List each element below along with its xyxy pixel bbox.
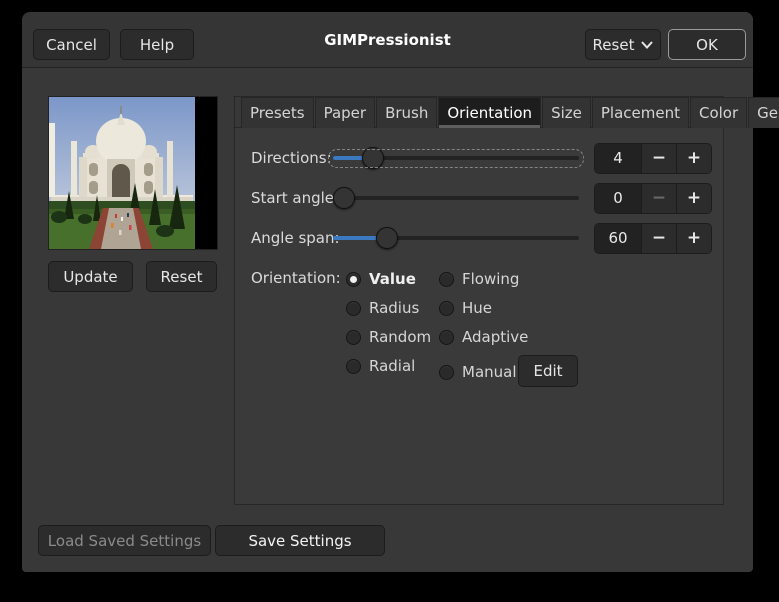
radio-flowing[interactable]: Flowing — [439, 268, 519, 290]
tab-placement[interactable]: Placement — [591, 97, 689, 128]
radio-value[interactable]: Value — [346, 268, 416, 290]
radio-circle-icon — [439, 271, 454, 287]
radio-manual[interactable]: Manual — [439, 361, 517, 383]
update-button-label: Update — [63, 267, 118, 286]
reset-preview-button[interactable]: Reset — [146, 261, 217, 292]
directions-slider-track[interactable] — [333, 156, 579, 160]
start-angle-slider-handle[interactable] — [333, 187, 355, 209]
tab-presets[interactable]: Presets — [241, 97, 314, 128]
radio-radius-label: Radius — [369, 299, 420, 317]
radio-circle-icon — [346, 329, 361, 345]
radio-adaptive[interactable]: Adaptive — [439, 326, 528, 348]
preview-reset-button-label: Reset — [160, 267, 203, 286]
radio-circle-icon — [346, 271, 361, 287]
directions-slider[interactable] — [328, 143, 584, 174]
radio-radius[interactable]: Radius — [346, 297, 419, 319]
tab-orientation[interactable]: Orientation — [438, 97, 542, 128]
help-button-label: Help — [139, 35, 175, 54]
update-preview-button[interactable]: Update — [48, 261, 133, 292]
cancel-button-label: Cancel — [46, 35, 97, 54]
load-saved-settings-button[interactable]: Load Saved Settings — [38, 525, 211, 556]
cancel-button[interactable]: Cancel — [33, 29, 110, 60]
reset-menu-button[interactable]: Reset — [585, 29, 661, 60]
tab-strip: Presets Paper Brush Orientation Size Pla… — [235, 97, 779, 128]
radio-circle-icon — [346, 300, 361, 316]
gimpressionist-dialog: GIMPressionist Cancel Help Reset OK Upda… — [22, 12, 779, 572]
angle-span-label: Angle span: — [251, 229, 340, 247]
preview-frame — [48, 96, 218, 250]
radio-value-label: Value — [369, 270, 416, 288]
start-angle-value-field[interactable]: 0 — [595, 184, 641, 213]
directions-slider-fill — [333, 156, 365, 160]
angle-span-spinbox: 60 − + — [594, 223, 712, 254]
radio-adaptive-label: Adaptive — [462, 328, 529, 346]
radio-circle-icon — [439, 300, 454, 316]
radio-radial-label: Radial — [369, 357, 416, 375]
save-settings-label: Save Settings — [248, 531, 352, 550]
radio-manual-label: Manual — [462, 363, 517, 381]
directions-slider-handle[interactable] — [362, 147, 385, 169]
radio-hue[interactable]: Hue — [439, 297, 492, 319]
help-button[interactable]: Help — [120, 29, 194, 60]
settings-notebook: Presets Paper Brush Orientation Size Pla… — [234, 96, 779, 505]
reset-menu-label: Reset — [592, 35, 635, 54]
radio-random[interactable]: Random — [346, 326, 431, 348]
preview-image-taj-mahal — [49, 97, 195, 249]
angle-span-slider-handle[interactable] — [375, 227, 398, 249]
start-angle-slider-track[interactable] — [333, 196, 579, 200]
chevron-down-icon — [641, 40, 654, 49]
load-saved-settings-label: Load Saved Settings — [47, 531, 202, 550]
angle-span-value-field[interactable]: 60 — [595, 224, 641, 253]
angle-span-minus-button[interactable]: − — [641, 224, 676, 253]
ok-button[interactable]: OK — [668, 29, 746, 60]
start-angle-spinbox: 0 − + — [594, 183, 712, 214]
start-angle-plus-button[interactable]: + — [676, 184, 711, 213]
angle-span-slider[interactable] — [333, 223, 579, 254]
directions-minus-button[interactable]: − — [641, 144, 676, 173]
start-angle-slider[interactable] — [333, 183, 579, 214]
angle-span-slider-fill — [333, 236, 380, 240]
tab-brush[interactable]: Brush — [376, 97, 438, 128]
orientation-group-label: Orientation: — [251, 269, 341, 287]
radio-circle-icon — [439, 329, 454, 345]
directions-spinbox: 4 − + — [594, 143, 712, 174]
radio-circle-icon — [346, 358, 361, 374]
tab-size[interactable]: Size — [542, 97, 591, 128]
edit-button-label: Edit — [533, 362, 563, 380]
radio-flowing-label: Flowing — [462, 270, 520, 288]
radio-random-label: Random — [369, 328, 432, 346]
edit-manual-orientation-button[interactable]: Edit — [518, 355, 578, 387]
tab-color[interactable]: Color — [689, 97, 748, 128]
start-angle-minus-button[interactable]: − — [641, 184, 676, 213]
radio-hue-label: Hue — [462, 299, 493, 317]
directions-label: Directions: — [251, 149, 332, 167]
tab-paper[interactable]: Paper — [314, 97, 376, 128]
radio-radial[interactable]: Radial — [346, 355, 415, 377]
radio-circle-icon — [439, 364, 454, 380]
directions-value-field[interactable]: 4 — [595, 144, 641, 173]
ok-button-label: OK — [696, 35, 718, 54]
tab-general[interactable]: General — [748, 97, 779, 128]
angle-span-plus-button[interactable]: + — [676, 224, 711, 253]
header-bar: GIMPressionist Cancel Help Reset OK — [22, 12, 753, 68]
save-settings-button[interactable]: Save Settings — [215, 525, 385, 556]
start-angle-label: Start angle: — [251, 189, 340, 207]
directions-plus-button[interactable]: + — [676, 144, 711, 173]
